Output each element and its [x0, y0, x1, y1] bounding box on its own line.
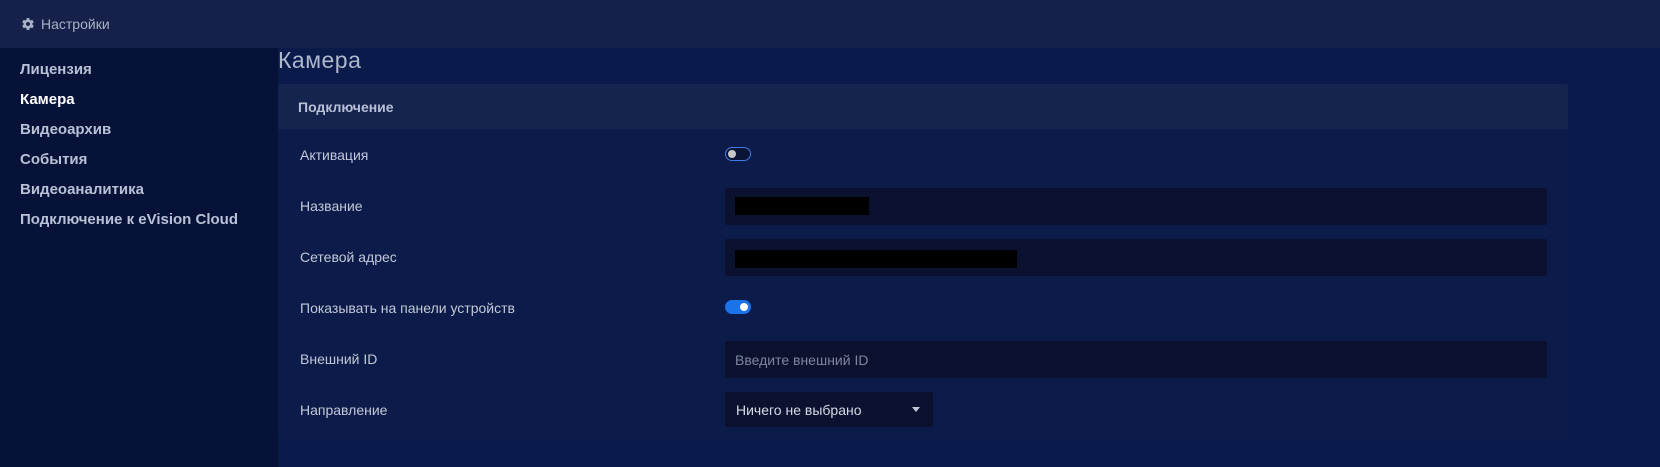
sidebar-item-evision-cloud[interactable]: Подключение к eVision Cloud — [20, 211, 238, 228]
toggle-knob — [728, 149, 736, 158]
redacted-network-address — [735, 250, 1017, 268]
sidebar-item-events[interactable]: События — [20, 151, 87, 168]
redacted-name — [735, 197, 869, 215]
card-header: Подключение — [278, 84, 1568, 129]
toggle-knob — [740, 302, 748, 311]
sidebar-item-camera[interactable]: Камера — [20, 91, 75, 108]
direction-select-value: Ничего не выбрано — [736, 402, 862, 418]
external-id-input[interactable] — [725, 341, 1547, 378]
sidebar: Лицензия Камера Видеоархив События Видео… — [0, 48, 278, 467]
section-title: Подключение — [298, 99, 394, 115]
activation-toggle[interactable] — [725, 147, 751, 161]
sidebar-item-video-analytics[interactable]: Видеоаналитика — [20, 181, 144, 198]
name-label: Название — [300, 198, 363, 214]
show-on-panel-label: Показывать на панели устройств — [300, 300, 515, 316]
show-on-panel-toggle[interactable] — [725, 300, 751, 314]
activation-label: Активация — [300, 147, 369, 163]
external-id-label: Внешний ID — [300, 351, 378, 367]
direction-label: Направление — [300, 402, 388, 418]
page-title: Камера — [278, 47, 362, 73]
chevron-down-icon — [912, 407, 920, 412]
gear-icon — [20, 16, 36, 32]
sidebar-item-license[interactable]: Лицензия — [20, 61, 92, 78]
connection-card: Подключение Активация Название Сетевой а… — [278, 84, 1568, 439]
direction-select[interactable]: Ничего не выбрано — [725, 392, 933, 427]
settings-title: Настройки — [41, 16, 110, 32]
sidebar-item-video-archive[interactable]: Видеоархив — [20, 121, 111, 138]
top-bar: Настройки — [0, 0, 1660, 48]
network-address-label: Сетевой адрес — [300, 249, 397, 265]
